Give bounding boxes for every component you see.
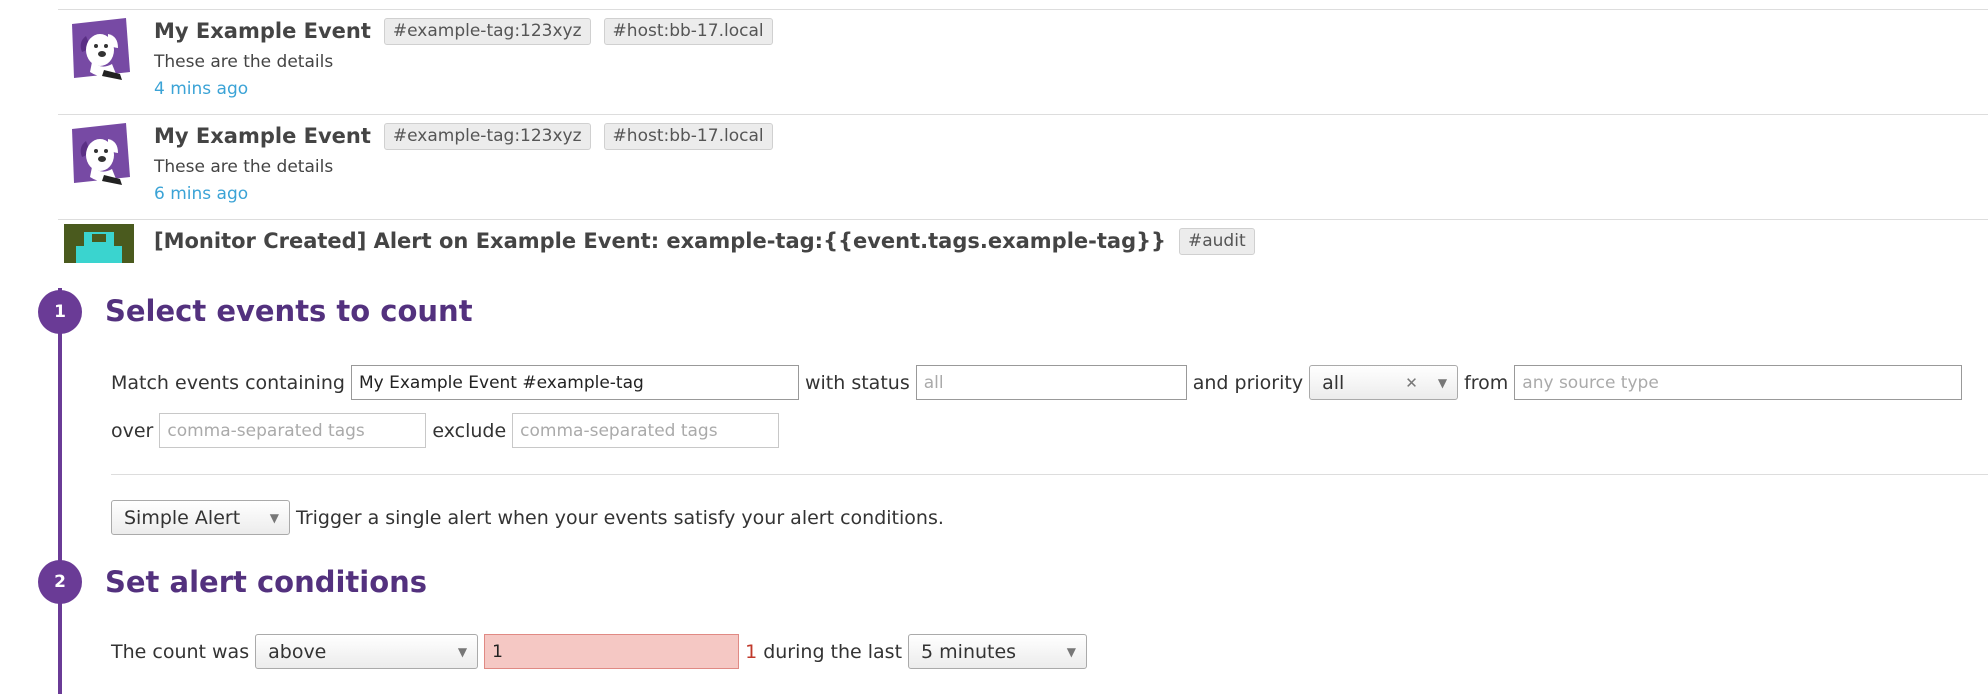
step-title: Set alert conditions — [105, 565, 428, 599]
status-input[interactable]: all — [915, 365, 1187, 400]
event-tag[interactable]: #host:bb-17.local — [603, 122, 773, 150]
match-label: Match events containing — [111, 371, 345, 394]
from-label: from — [1464, 371, 1509, 394]
comparison-select[interactable]: above ▼ — [255, 634, 479, 669]
divider — [111, 474, 1988, 475]
source-type-input[interactable]: any source type — [1514, 365, 1963, 400]
alert-type-select[interactable]: Simple Alert ▼ — [111, 500, 290, 535]
threshold-echo: 1 — [745, 640, 758, 663]
priority-select[interactable]: all ✕ ▼ — [1309, 365, 1459, 400]
during-label: during the last — [763, 640, 903, 663]
alert-type-row: Simple Alert ▼ Trigger a single alert wh… — [111, 500, 950, 535]
alert-condition-row: The count was above ▼ 1 1 during the las… — [111, 634, 1088, 669]
event-title[interactable]: My Example Event — [154, 19, 371, 43]
step-number-badge: 2 — [38, 560, 82, 604]
priority-value: all — [1322, 371, 1345, 394]
event-item[interactable]: My Example Event #example-tag:123xyz #ho… — [58, 115, 1988, 220]
datadog-dog-icon — [64, 16, 134, 86]
alert-type-description: Trigger a single alert when your events … — [296, 506, 944, 529]
over-tags-input[interactable]: comma-separated tags — [159, 413, 427, 448]
event-query-row: Match events containing My Example Event… — [111, 365, 1963, 400]
alert-type-value: Simple Alert — [124, 506, 241, 529]
priority-label: and priority — [1192, 371, 1304, 394]
event-item[interactable]: My Example Event #example-tag:123xyz #ho… — [58, 10, 1988, 115]
event-title[interactable]: My Example Event — [154, 124, 371, 148]
event-tag[interactable]: #audit — [1179, 227, 1255, 255]
event-item[interactable]: [Monitor Created] Alert on Example Event… — [58, 220, 1988, 263]
event-tag[interactable]: #example-tag:123xyz — [383, 122, 591, 150]
event-timestamp[interactable]: 4 mins ago — [154, 79, 773, 99]
event-timestamp[interactable]: 6 mins ago — [154, 184, 773, 204]
clear-icon[interactable]: ✕ — [1405, 374, 1418, 392]
exclude-tags-input[interactable]: comma-separated tags — [512, 413, 780, 448]
status-label: with status — [804, 371, 910, 394]
match-events-input[interactable]: My Example Event #example-tag — [350, 365, 799, 400]
step-number-badge: 1 — [38, 290, 82, 334]
threshold-input[interactable]: 1 — [484, 634, 740, 669]
event-details: These are the details — [154, 157, 334, 177]
count-label: The count was — [111, 640, 250, 663]
event-details: These are the details — [154, 52, 334, 72]
event-stream: My Example Event #example-tag:123xyz #ho… — [58, 9, 1988, 263]
timeframe-value: 5 minutes — [921, 640, 1017, 663]
event-tag[interactable]: #example-tag:123xyz — [383, 17, 591, 45]
chevron-down-icon: ▼ — [457, 644, 468, 659]
chevron-down-icon: ▼ — [1066, 644, 1077, 659]
datadog-dog-icon — [64, 121, 134, 191]
tags-row: over comma-separated tags exclude comma-… — [111, 413, 780, 448]
steps-timeline — [58, 288, 62, 694]
chevron-down-icon: ▼ — [1437, 375, 1448, 390]
step-title: Select events to count — [105, 294, 473, 328]
over-label: over — [111, 419, 154, 442]
timeframe-select[interactable]: 5 minutes ▼ — [908, 634, 1088, 669]
exclude-label: exclude — [432, 419, 507, 442]
chevron-down-icon: ▼ — [269, 510, 279, 525]
comparison-value: above — [268, 640, 327, 663]
monitor-avatar-icon — [64, 224, 134, 263]
event-tag[interactable]: #host:bb-17.local — [603, 17, 773, 45]
event-title[interactable]: [Monitor Created] Alert on Example Event… — [154, 229, 1166, 253]
